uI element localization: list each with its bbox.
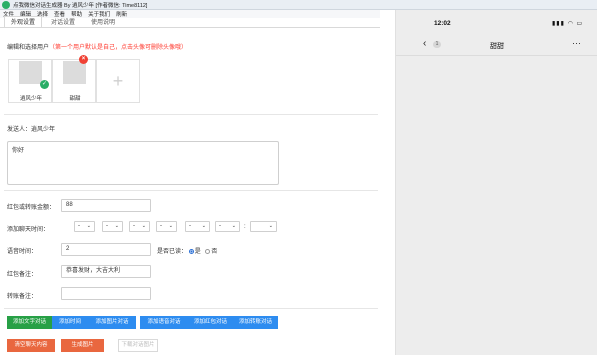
user-card-other[interactable]: × 甜甜 bbox=[52, 55, 96, 103]
avatar[interactable] bbox=[63, 61, 86, 84]
read-status: 是否已读： 是 否 bbox=[157, 246, 217, 255]
phone-time: 12:02 bbox=[434, 20, 451, 27]
redpacket-note-input[interactable]: 恭喜发财，大吉大利 bbox=[61, 265, 151, 278]
period-select[interactable]: - ⌄ bbox=[185, 221, 210, 232]
voice-label: 语音时间： bbox=[7, 249, 38, 255]
signal-icon: ▮▮▮ bbox=[552, 21, 565, 27]
chat-title: 甜甜 bbox=[490, 43, 504, 50]
add-time-button[interactable]: 添加时间 bbox=[52, 316, 88, 329]
wifi-icon: ◠ bbox=[567, 21, 574, 27]
generate-image-button[interactable]: 生成图片 bbox=[61, 339, 104, 352]
app-logo-icon bbox=[2, 0, 10, 9]
chevron-down-icon: ⌄ bbox=[231, 223, 236, 229]
day-select[interactable]: - ⌄ bbox=[129, 221, 150, 232]
chevron-down-icon: ⌄ bbox=[86, 223, 91, 229]
selected-check-icon: ✓ bbox=[40, 80, 49, 89]
phone-status-bar: 12:02 ▮▮▮ ◠ ▭ bbox=[396, 10, 597, 32]
weekday-select[interactable]: - ⌄ bbox=[156, 221, 177, 232]
clear-chat-button[interactable]: 清空聊天内容 bbox=[7, 339, 55, 352]
chat-navbar: ‹ 1 甜甜 ··· bbox=[396, 32, 597, 56]
settings-tabs: 外观设置 对话设置 使用说明 bbox=[0, 16, 380, 28]
divider bbox=[4, 308, 378, 309]
amount-label: 红包或转账金额： bbox=[7, 205, 56, 211]
battery-icon: ▭ bbox=[576, 21, 584, 27]
message-textarea[interactable]: 你好 bbox=[7, 141, 279, 185]
tab-appearance[interactable]: 外观设置 bbox=[4, 16, 43, 27]
user-card-self[interactable]: ✓ 逍风少年 bbox=[8, 59, 52, 103]
users-hint: 编辑和选择用户（第一个用户默认是自己，点击头像可删除头像哦） bbox=[7, 42, 187, 51]
users-hint-label: 编辑和选择用户 bbox=[7, 45, 50, 51]
status-icons: ▮▮▮ ◠ ▭ bbox=[552, 20, 583, 27]
add-voice-button[interactable]: 添加语音对话 bbox=[140, 316, 188, 329]
chevron-down-icon: ⌄ bbox=[114, 223, 119, 229]
read-no-label: 否 bbox=[211, 249, 218, 255]
window-title: 点我微信对话生成器 By 逍风少年 [作者微信: Time8112] bbox=[13, 2, 148, 9]
delete-avatar-icon[interactable]: × bbox=[79, 55, 88, 64]
editor-panel: 编辑和选择用户（第一个用户默认是自己，点击头像可删除头像哦） ✓ 逍风少年 × … bbox=[0, 28, 382, 355]
chevron-down-icon: ⌄ bbox=[141, 223, 146, 229]
tab-instructions[interactable]: 使用说明 bbox=[84, 16, 122, 27]
chevron-down-icon: ⌄ bbox=[268, 223, 273, 229]
users-hint-note: （第一个用户默认是自己，点击头像可删除头像哦） bbox=[49, 45, 188, 51]
time-colon: : bbox=[244, 224, 246, 230]
redpacket-note-label: 红包备注： bbox=[7, 272, 38, 278]
add-user-button[interactable]: + bbox=[96, 59, 140, 103]
time-label: 添加聊天时间： bbox=[7, 227, 50, 233]
sender-label: 发送人：逍风少年 bbox=[7, 127, 56, 133]
transfer-note-input[interactable] bbox=[61, 287, 151, 300]
read-no-radio[interactable] bbox=[205, 248, 211, 254]
tab-dialog[interactable]: 对话设置 bbox=[44, 16, 82, 27]
user-name: 甜甜 bbox=[69, 96, 81, 102]
amount-input[interactable]: 88 bbox=[61, 199, 151, 212]
phone-preview: 12:02 ▮▮▮ ◠ ▭ ‹ 1 甜甜 ··· bbox=[395, 10, 597, 355]
window-titlebar: 点我微信对话生成器 By 逍风少年 [作者微信: Time8112] bbox=[0, 0, 597, 10]
chevron-down-icon: ⌄ bbox=[201, 223, 206, 229]
month-select[interactable]: - ⌄ bbox=[102, 221, 123, 232]
read-yes-radio[interactable] bbox=[188, 248, 194, 254]
user-name: 逍风少年 bbox=[19, 96, 42, 102]
voice-input[interactable]: 2 bbox=[61, 243, 151, 256]
chevron-down-icon: ⌄ bbox=[168, 223, 173, 229]
divider bbox=[4, 114, 378, 115]
add-image-button[interactable]: 添加图片对话 bbox=[88, 316, 136, 329]
read-yes-label: 是 bbox=[194, 249, 201, 255]
more-icon[interactable]: ··· bbox=[572, 38, 581, 48]
year-select[interactable]: - ⌄ bbox=[74, 221, 95, 232]
divider bbox=[4, 190, 378, 191]
transfer-note-label: 转账备注： bbox=[7, 294, 38, 300]
read-label: 是否已读： bbox=[157, 249, 188, 255]
add-transfer-button[interactable]: 添加转账对话 bbox=[233, 316, 278, 329]
add-redpacket-button[interactable]: 添加红包对话 bbox=[188, 316, 233, 329]
add-text-button[interactable]: 添加文字对话 bbox=[7, 316, 52, 329]
hour-select[interactable]: - ⌄ bbox=[215, 221, 240, 232]
avatar[interactable] bbox=[19, 61, 42, 84]
minute-select[interactable]: ⌄ bbox=[250, 221, 277, 232]
download-image-button[interactable]: 下载对话图片 bbox=[118, 339, 158, 352]
